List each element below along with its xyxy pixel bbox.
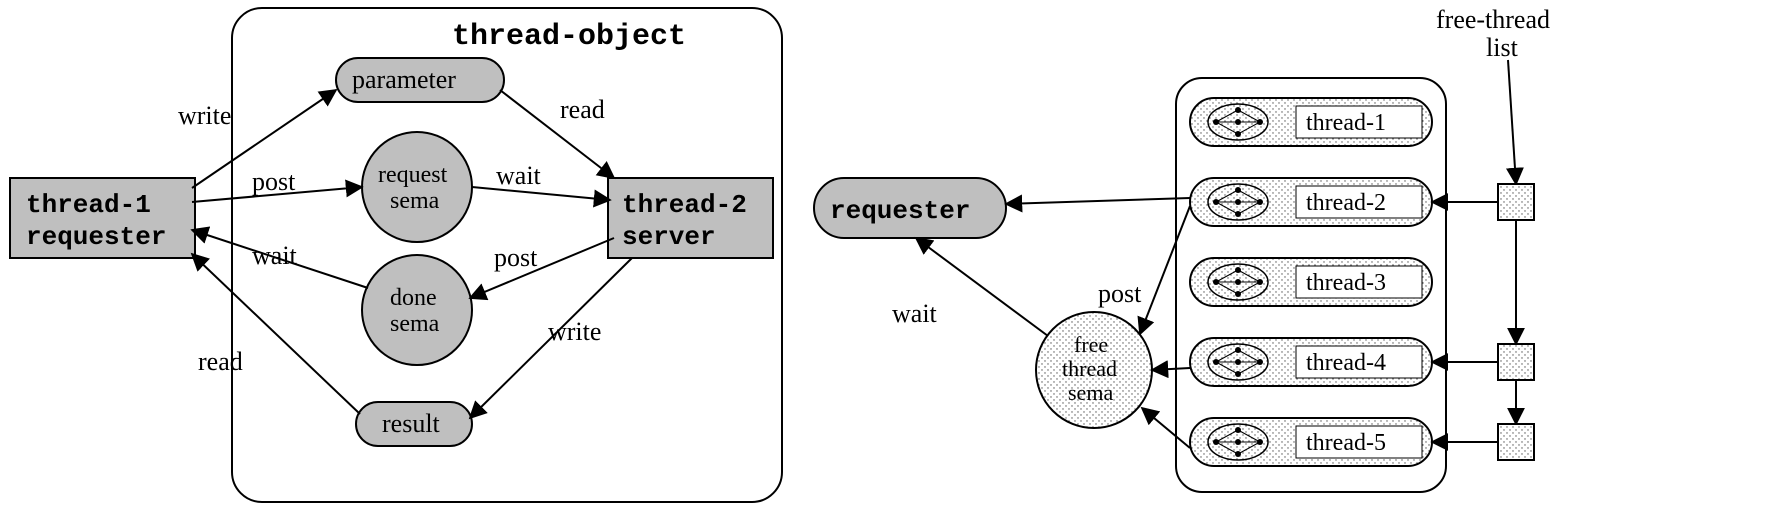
thread1-line2: requester	[26, 222, 166, 252]
thread-glyph-icon	[1208, 344, 1268, 380]
free-thread-list-l1: free-thread	[1436, 5, 1550, 34]
right-requester-label: requester	[830, 196, 970, 226]
arrow-thread2-to-requester	[1006, 198, 1190, 204]
arrow-thread4-to-sema	[1152, 368, 1190, 370]
thread-glyph-icon	[1208, 424, 1268, 460]
label-wait1: wait	[496, 161, 542, 190]
thread-label: thread-3	[1306, 270, 1386, 296]
label-write2: write	[548, 317, 601, 346]
arrow-wait-request	[472, 187, 610, 200]
arrow-thread5-to-sema	[1142, 408, 1190, 448]
thread-object-title: thread-object	[452, 20, 686, 54]
free-sema-l2: thread	[1062, 356, 1117, 381]
label-read2: read	[198, 347, 243, 376]
label-wait2: wait	[252, 241, 298, 270]
thread-glyph-icon	[1208, 184, 1268, 220]
free-sema-l1: free	[1074, 332, 1108, 357]
thread-label: thread-5	[1306, 430, 1386, 456]
thread1-line1: thread-1	[26, 190, 151, 220]
arrow-post-done	[470, 238, 614, 298]
thread-label: thread-4	[1306, 350, 1386, 376]
thread-rows: thread-1 thread-2 thread-3 thread-4 thread-5	[1190, 98, 1432, 466]
thread-glyph-icon	[1208, 264, 1268, 300]
free-list-node	[1498, 184, 1534, 220]
diagram-root: thread-object thread-1 requester thread-…	[0, 0, 1786, 505]
free-thread-list-l2: list	[1486, 33, 1519, 62]
label-read1: read	[560, 95, 605, 124]
request-sema-l2: sema	[390, 188, 440, 214]
thread2-line1: thread-2	[622, 190, 747, 220]
done-sema-l1: done	[390, 285, 437, 311]
thread-label: thread-2	[1306, 190, 1386, 216]
right-post-label: post	[1098, 279, 1142, 308]
label-write1: write	[178, 101, 231, 130]
free-sema-l3: sema	[1068, 380, 1113, 405]
label-post2: post	[494, 243, 538, 272]
parameter-label: parameter	[352, 65, 456, 94]
free-thread-list	[1432, 60, 1534, 460]
free-list-link	[1508, 60, 1516, 184]
label-post1: post	[252, 167, 296, 196]
result-label: result	[382, 409, 441, 438]
thread-label: thread-1	[1306, 110, 1386, 136]
free-list-node	[1498, 344, 1534, 380]
thread2-line2: server	[622, 222, 716, 252]
right-wait-label: wait	[892, 299, 938, 328]
done-sema-l2: sema	[390, 311, 440, 337]
arrow-thread2-to-sema	[1140, 206, 1190, 334]
thread-glyph-icon	[1208, 104, 1268, 140]
request-sema-l1: request	[378, 162, 448, 188]
free-list-node	[1498, 424, 1534, 460]
